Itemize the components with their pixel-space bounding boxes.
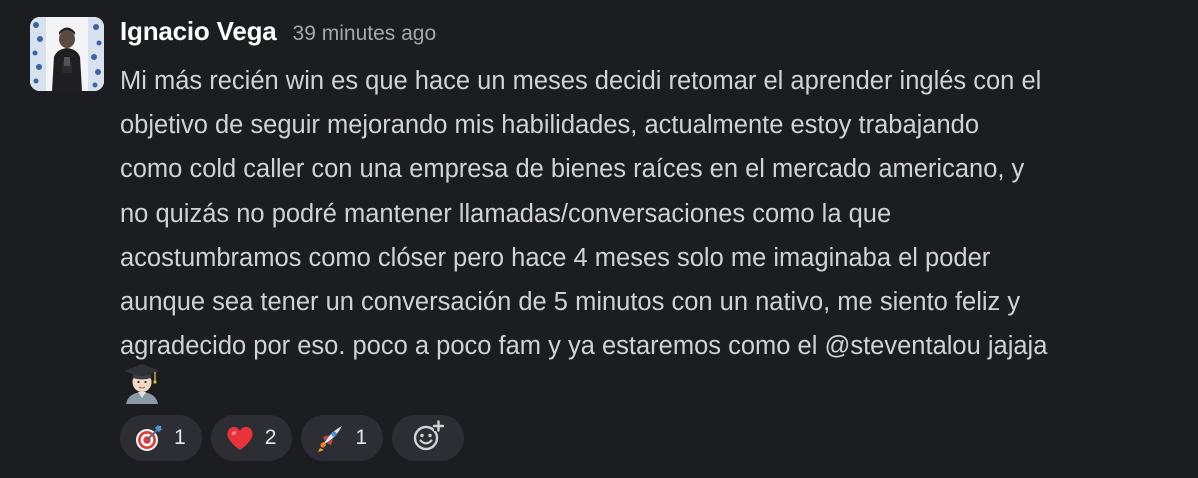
dart-emoji — [134, 423, 164, 453]
avatar[interactable] — [30, 17, 104, 91]
add-reaction-icon — [412, 419, 445, 457]
reaction-rocket[interactable]: 1 — [301, 415, 384, 461]
message-header: Ignacio Vega 39 minutes ago — [120, 16, 436, 56]
reaction-heart[interactable]: 2 — [210, 415, 293, 461]
message: Ignacio Vega 39 minutes ago Mi más recié… — [0, 0, 1198, 478]
message-text: Mi más recién win es que hace un meses d… — [120, 67, 1048, 361]
reactions-bar: 1 2 1 — [120, 415, 465, 461]
reaction-count: 2 — [264, 426, 277, 449]
man-student-emoji — [122, 362, 162, 404]
heart-emoji — [225, 423, 255, 453]
rocket-emoji — [315, 423, 345, 453]
timestamp[interactable]: 39 minutes ago — [293, 22, 437, 46]
add-reaction-button[interactable] — [392, 415, 465, 461]
author-name[interactable]: Ignacio Vega — [120, 16, 277, 47]
reaction-dart[interactable]: 1 — [120, 415, 202, 461]
reaction-count: 1 — [174, 426, 186, 449]
reaction-count: 1 — [355, 426, 368, 449]
